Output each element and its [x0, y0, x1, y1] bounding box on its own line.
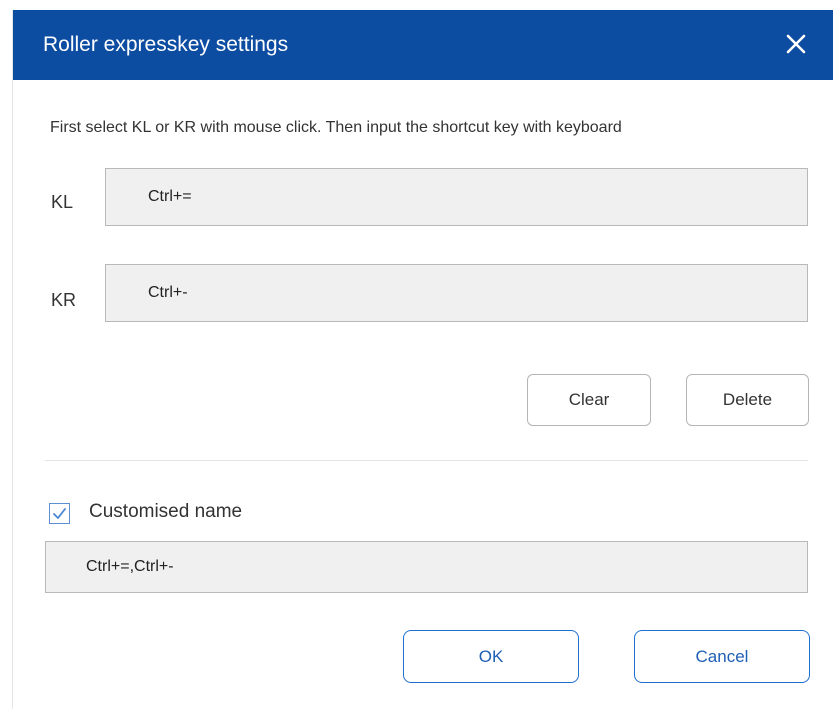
cancel-button[interactable]: Cancel	[634, 630, 810, 683]
kl-shortcut-field[interactable]: Ctrl+=	[105, 168, 808, 226]
roller-expresskey-dialog: Roller expresskey settings First select …	[12, 10, 833, 709]
customised-name-label: Customised name	[89, 501, 243, 522]
checkmark-icon	[53, 508, 66, 519]
dialog-title: Roller expresskey settings	[43, 33, 289, 56]
close-icon	[786, 34, 806, 54]
window-edge	[0, 0, 12, 709]
customised-name-field[interactable]: Ctrl+=,Ctrl+-	[45, 541, 808, 593]
kl-shortcut-value: Ctrl+=	[148, 188, 192, 205]
close-button[interactable]	[779, 27, 813, 61]
customised-name-checkbox[interactable]	[49, 503, 70, 524]
clear-button[interactable]: Clear	[527, 374, 651, 426]
delete-button[interactable]: Delete	[686, 374, 809, 426]
kr-shortcut-field[interactable]: Ctrl+-	[105, 264, 808, 322]
kr-label: KR	[51, 290, 77, 310]
kl-label: KL	[51, 192, 74, 212]
dialog-titlebar: Roller expresskey settings	[13, 10, 833, 80]
customised-name-value: Ctrl+=,Ctrl+-	[86, 558, 174, 575]
section-divider	[45, 460, 808, 461]
kr-shortcut-value: Ctrl+-	[148, 284, 188, 301]
screen: Roller expresskey settings First select …	[0, 0, 833, 709]
instruction-text: First select KL or KR with mouse click. …	[50, 119, 622, 136]
ok-button[interactable]: OK	[403, 630, 579, 683]
